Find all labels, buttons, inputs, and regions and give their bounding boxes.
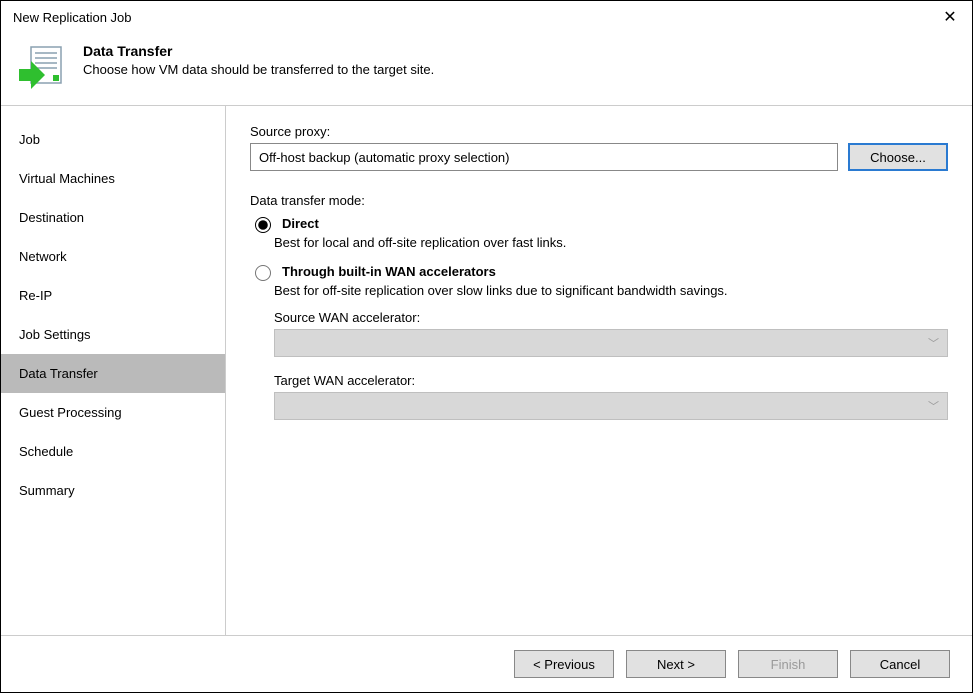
sidebar-item-summary[interactable]: Summary (1, 471, 225, 510)
target-wan-label: Target WAN accelerator: (274, 373, 948, 388)
cancel-button[interactable]: Cancel (850, 650, 950, 678)
wizard-footer: < Previous Next > Finish Cancel (1, 635, 972, 692)
close-icon[interactable]: ✕ (938, 7, 962, 27)
source-wan-label: Source WAN accelerator: (274, 310, 948, 325)
radio-wan-desc: Best for off-site replication over slow … (274, 283, 948, 298)
wizard-steps-sidebar: JobVirtual MachinesDestinationNetworkRe-… (1, 106, 226, 635)
header-subtitle: Choose how VM data should be transferred… (83, 62, 434, 77)
data-transfer-mode-label: Data transfer mode: (250, 193, 948, 208)
radio-direct-desc: Best for local and off-site replication … (274, 235, 948, 250)
radio-wan-label: Through built-in WAN accelerators (282, 264, 496, 279)
sidebar-item-job[interactable]: Job (1, 120, 225, 159)
source-proxy-input[interactable]: Off-host backup (automatic proxy selecti… (250, 143, 838, 171)
radio-wan[interactable] (255, 265, 271, 281)
wizard-header: Data Transfer Choose how VM data should … (1, 31, 972, 106)
wizard-icon (17, 43, 65, 91)
choose-button[interactable]: Choose... (848, 143, 948, 171)
radio-direct-label: Direct (282, 216, 319, 231)
titlebar: New Replication Job ✕ (1, 1, 972, 31)
radio-direct[interactable] (255, 217, 271, 233)
previous-button[interactable]: < Previous (514, 650, 614, 678)
sidebar-item-network[interactable]: Network (1, 237, 225, 276)
chevron-down-icon: ﹀ (928, 335, 939, 351)
next-button[interactable]: Next > (626, 650, 726, 678)
wizard-content: Source proxy: Off-host backup (automatic… (226, 106, 972, 635)
sidebar-item-destination[interactable]: Destination (1, 198, 225, 237)
sidebar-item-schedule[interactable]: Schedule (1, 432, 225, 471)
sidebar-item-virtual-machines[interactable]: Virtual Machines (1, 159, 225, 198)
finish-button[interactable]: Finish (738, 650, 838, 678)
header-title: Data Transfer (83, 43, 434, 59)
target-wan-dropdown: ﹀ (274, 392, 948, 420)
chevron-down-icon: ﹀ (928, 398, 939, 414)
sidebar-item-job-settings[interactable]: Job Settings (1, 315, 225, 354)
window-title: New Replication Job (13, 10, 132, 25)
source-proxy-label: Source proxy: (250, 124, 948, 139)
source-wan-dropdown: ﹀ (274, 329, 948, 357)
sidebar-item-guest-processing[interactable]: Guest Processing (1, 393, 225, 432)
source-proxy-value: Off-host backup (automatic proxy selecti… (259, 150, 510, 165)
sidebar-item-re-ip[interactable]: Re-IP (1, 276, 225, 315)
sidebar-item-data-transfer[interactable]: Data Transfer (1, 354, 225, 393)
